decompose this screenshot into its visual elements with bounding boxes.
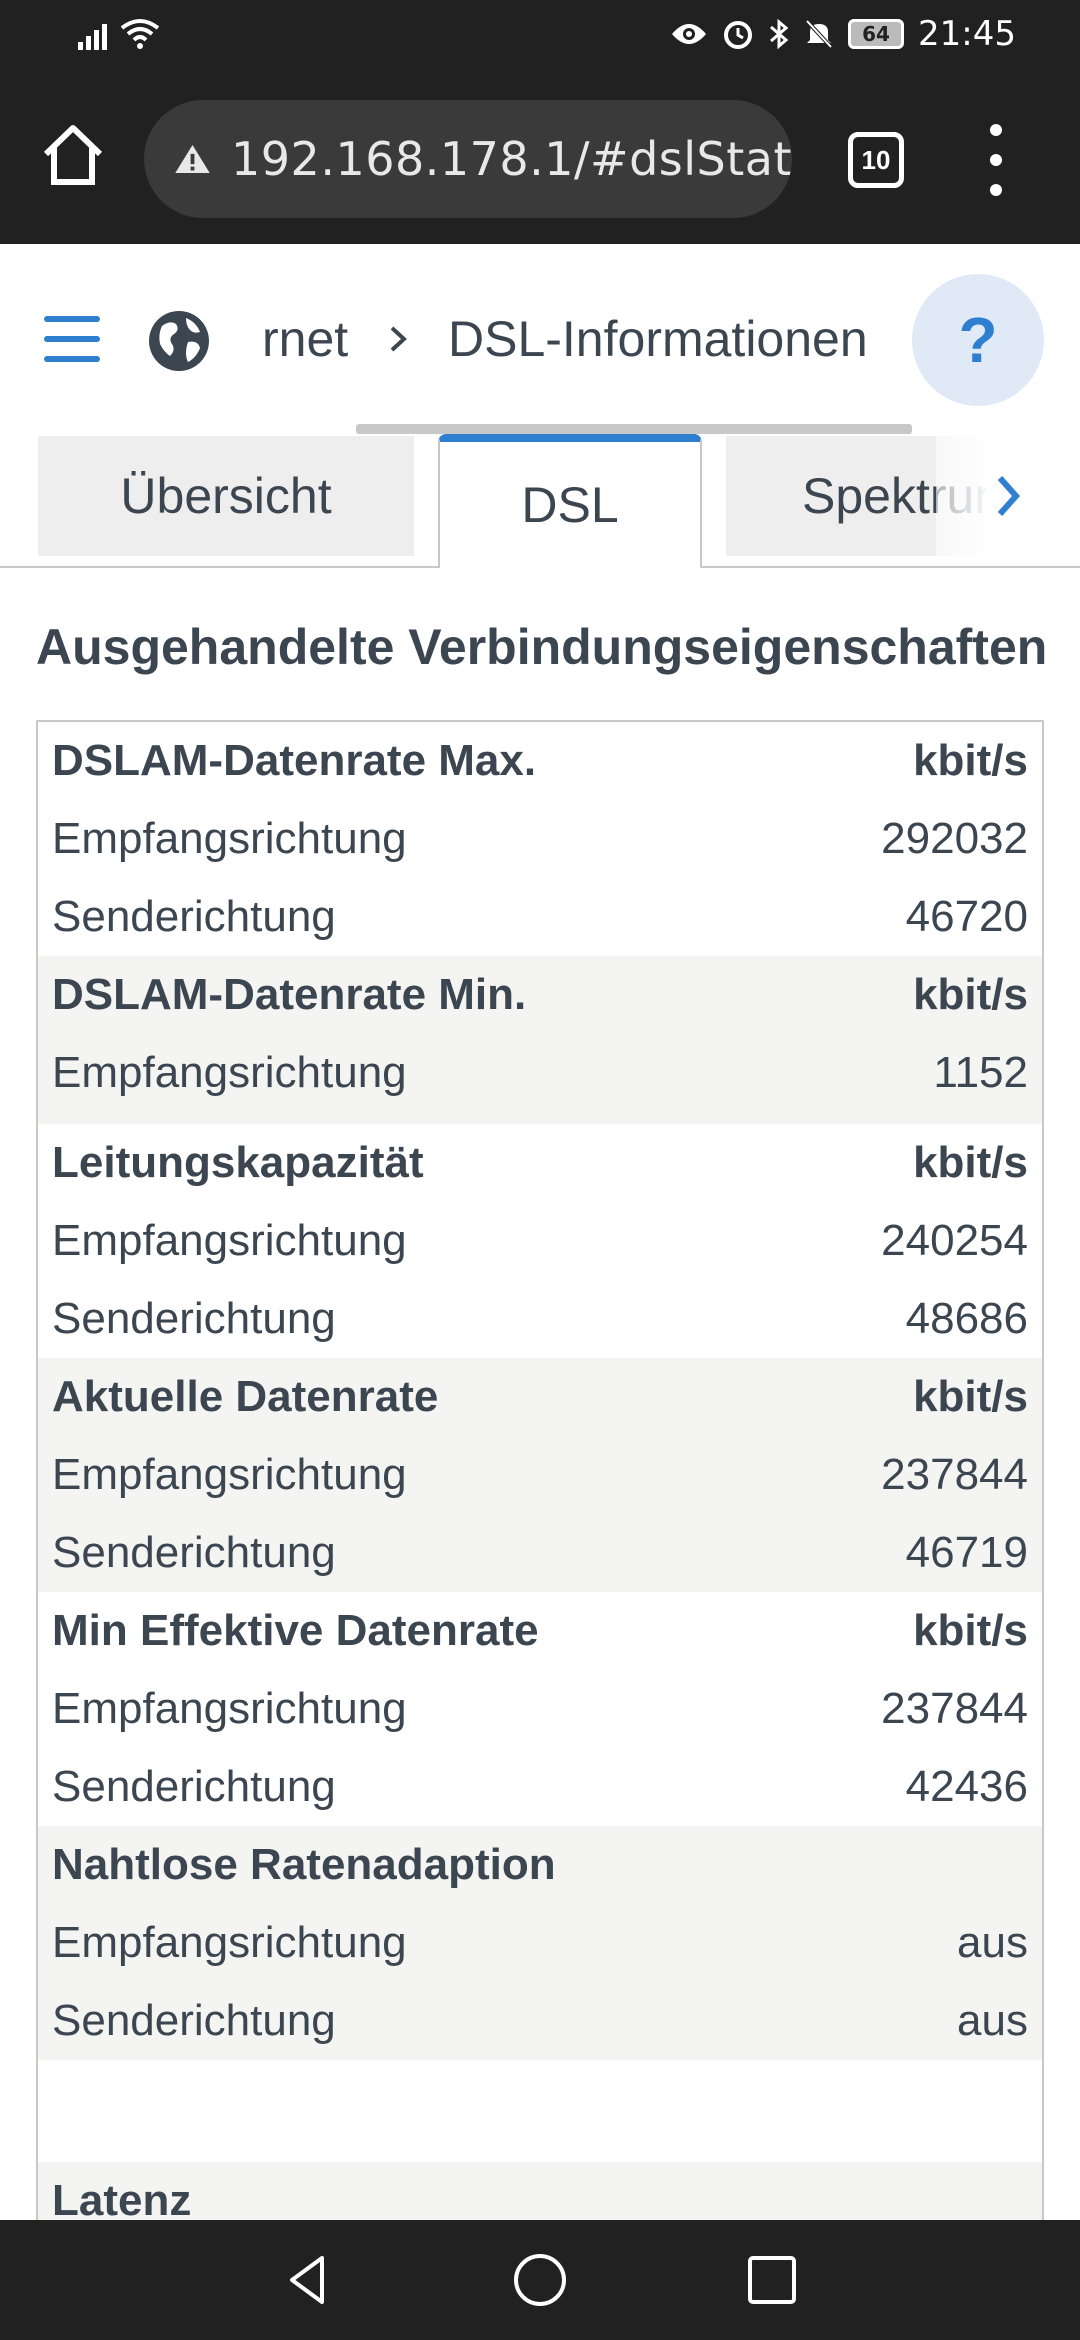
group-title: Latenz <box>52 2176 192 2220</box>
section-title: Ausgehandelte Verbindungseigenschaften <box>36 619 1048 675</box>
url-text[interactable]: 192.168.178.1/#dslStat <box>231 132 792 186</box>
row-value: 292032 <box>881 814 1028 863</box>
row-label: Senderichtung <box>52 1528 336 1577</box>
tab-scroll-indicator <box>356 424 912 434</box>
breadcrumb-internet[interactable]: rnet <box>262 310 348 368</box>
row-value: 1152 <box>933 1048 1028 1097</box>
address-bar[interactable]: 192.168.178.1/#dslStat <box>144 100 792 218</box>
battery-icon: 64 <box>848 19 905 49</box>
group-dslam-min: DSLAM-Datenrate Min. kbit/s Empfangsrich… <box>38 956 1042 1124</box>
unit-label: kbit/s <box>913 736 1028 785</box>
row-label: Senderichtung <box>52 1996 336 2045</box>
table-header-row: Nahtlose Ratenadaption <box>38 1826 1042 1904</box>
row-value: 46720 <box>905 892 1028 941</box>
unit-label: kbit/s <box>913 1138 1028 1187</box>
tab-switcher-button[interactable]: 10 <box>848 132 904 188</box>
group-nahtlose-ratenadaption: Nahtlose Ratenadaption Empfangsrichtung … <box>38 1826 1042 2060</box>
mute-icon <box>805 19 833 49</box>
alarm-icon <box>724 21 753 49</box>
home-nav-icon[interactable] <box>510 2250 570 2310</box>
row-value: 42436 <box>905 1762 1028 1811</box>
bluetooth-icon <box>770 18 789 50</box>
connection-properties-table: DSLAM-Datenrate Max. kbit/s Empfangsrich… <box>36 720 1044 2220</box>
breadcrumb-dsl-informationen: DSL-Informationen <box>448 311 868 367</box>
page-header: rnet DSL-Informationen ? <box>0 244 1080 434</box>
wifi-icon <box>120 19 160 49</box>
table-row: Empfangsrichtung aus <box>38 1904 1042 1982</box>
table-header-row: Aktuelle Datenrate kbit/s <box>38 1358 1042 1436</box>
row-value: 46719 <box>905 1528 1028 1577</box>
status-bar: 64 21:45 <box>0 0 1080 76</box>
group-aktuelle-datenrate: Aktuelle Datenrate kbit/s Empfangsrichtu… <box>38 1358 1042 1592</box>
row-label: Senderichtung <box>52 1762 336 1811</box>
globe-icon <box>149 311 209 371</box>
tab-strip: Übersicht DSL Spektrum <box>0 424 1080 568</box>
clock: 21:45 <box>918 14 1016 54</box>
row-value: aus <box>957 1918 1028 1967</box>
group-leitungskapazitaet: Leitungskapazität kbit/s Empfangsrichtun… <box>38 1124 1042 1358</box>
group-min-effektive-datenrate: Min Effektive Datenrate kbit/s Empfangsr… <box>38 1592 1042 1826</box>
status-icons: 64 21:45 <box>670 14 1016 54</box>
row-label: Senderichtung <box>52 1294 336 1343</box>
group-title: Nahtlose Ratenadaption <box>52 1840 556 1889</box>
row-label: Empfangsrichtung <box>52 1918 407 1967</box>
table-header-row: DSLAM-Datenrate Min. kbit/s <box>38 956 1042 1034</box>
row-label: Empfangsrichtung <box>52 1048 407 1097</box>
table-row: Empfangsrichtung 292032 <box>38 800 1042 878</box>
table-row: Senderichtung 46720 <box>38 878 1042 956</box>
table-row: Senderichtung 42436 <box>38 1748 1042 1826</box>
table-row: Empfangsrichtung 240254 <box>38 1202 1042 1280</box>
group-dslam-max: DSLAM-Datenrate Max. kbit/s Empfangsrich… <box>38 722 1042 956</box>
back-icon[interactable] <box>278 2250 338 2310</box>
chevron-right-icon <box>997 476 1021 516</box>
table-header-row: Latenz <box>38 2162 1042 2220</box>
table-header-row: Leitungskapazität kbit/s <box>38 1124 1042 1202</box>
overflow-menu-icon[interactable] <box>984 124 1008 196</box>
tab-uebersicht[interactable]: Übersicht <box>38 436 414 556</box>
group-latenz: Latenz <box>38 2162 1042 2220</box>
table-row: Empfangsrichtung 237844 <box>38 1436 1042 1514</box>
unit-label: kbit/s <box>913 1372 1028 1421</box>
hamburger-menu-icon[interactable] <box>44 316 100 362</box>
help-button[interactable]: ? <box>912 274 1044 406</box>
table-row: Empfangsrichtung 1152 <box>38 1034 1042 1112</box>
group-title: DSLAM-Datenrate Min. <box>52 970 527 1019</box>
connectivity-icons <box>78 18 160 50</box>
system-navigation-bar <box>0 2220 1080 2340</box>
row-value: aus <box>957 1996 1028 2045</box>
row-value: 237844 <box>881 1450 1028 1499</box>
row-label: Empfangsrichtung <box>52 814 407 863</box>
tabs-scroll-right-button[interactable] <box>936 436 1080 556</box>
eye-icon <box>672 24 707 44</box>
group-title: Aktuelle Datenrate <box>52 1372 439 1421</box>
recents-icon[interactable] <box>742 2250 802 2310</box>
signal-icon <box>78 24 107 50</box>
group-title: Leitungskapazität <box>52 1138 424 1187</box>
row-value: 240254 <box>881 1216 1028 1265</box>
row-label: Empfangsrichtung <box>52 1216 407 1265</box>
group-title: Min Effektive Datenrate <box>52 1606 539 1655</box>
row-value: 237844 <box>881 1684 1028 1733</box>
warning-icon[interactable] <box>174 134 211 184</box>
table-row: Empfangsrichtung 237844 <box>38 1670 1042 1748</box>
browser-toolbar: 192.168.178.1/#dslStat 10 <box>0 76 1080 244</box>
tab-dsl[interactable]: DSL <box>438 434 702 568</box>
unit-label: kbit/s <box>913 970 1028 1019</box>
row-value: 48686 <box>905 1294 1028 1343</box>
group-title: DSLAM-Datenrate Max. <box>52 736 537 785</box>
row-label: Senderichtung <box>52 892 336 941</box>
home-icon[interactable] <box>38 120 108 190</box>
table-row: Senderichtung aus <box>38 1982 1042 2060</box>
row-label: Empfangsrichtung <box>52 1450 407 1499</box>
chevron-right-icon <box>390 326 407 352</box>
table-header-row: DSLAM-Datenrate Max. kbit/s <box>38 722 1042 800</box>
table-row: Senderichtung 46719 <box>38 1514 1042 1592</box>
row-label: Empfangsrichtung <box>52 1684 407 1733</box>
table-header-row: Min Effektive Datenrate kbit/s <box>38 1592 1042 1670</box>
table-row: Senderichtung 48686 <box>38 1280 1042 1358</box>
unit-label: kbit/s <box>913 1606 1028 1655</box>
